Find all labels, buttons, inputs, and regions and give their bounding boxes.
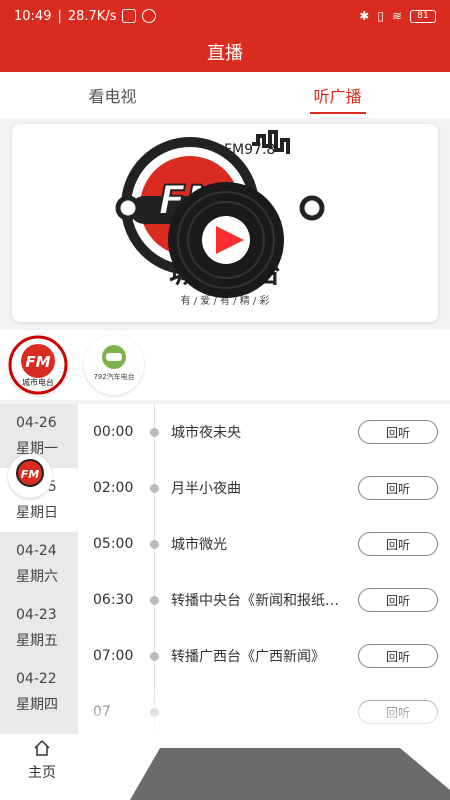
program-row: 02:00 月半小夜曲 回听 — [78, 460, 450, 516]
weekday-label: 星期日 — [16, 505, 58, 521]
scroll-fade — [78, 684, 450, 734]
station-name-auto: 792汽车电台 — [93, 372, 134, 381]
wifi-icon: ≋ — [391, 9, 402, 23]
tab-tv[interactable]: 看电视 — [0, 72, 225, 118]
station-logo-image: FM FM97.8 城市电台 有 / 爱 / 有 / 精 / 彩 — [115, 130, 325, 307]
program-row: 06:30 转播中央台《新闻和报纸摘要》 回听 — [78, 572, 450, 628]
replay-button[interactable]: 回听 — [358, 588, 438, 612]
date-label: 04-22 — [16, 671, 57, 687]
replay-button[interactable]: 回听 — [358, 476, 438, 500]
mini-station-logo-icon: FM — [9, 455, 51, 497]
divider: | — [57, 8, 62, 24]
battery-icon: 81 — [410, 9, 436, 23]
notification-icon — [122, 9, 137, 23]
date-label: 04-23 — [16, 607, 57, 623]
date-list: 04-26 星期一 04-25 星期日 04-24 星期六 04-23 星期五 … — [0, 404, 78, 734]
program-time: 00:00 — [93, 424, 134, 440]
timeline-dot — [150, 539, 159, 549]
replay-button[interactable]: 回听 — [358, 420, 438, 444]
clock: 10:49 — [14, 8, 52, 24]
station-city-fm[interactable]: FM 城市电台 — [8, 335, 68, 395]
program-row: 07:00 转播广西台《广西新闻》 回听 — [78, 628, 450, 684]
program-title: 城市夜未央 — [171, 425, 241, 441]
tab-bar: 看电视 听广播 — [0, 72, 450, 118]
weekday-label: 星期五 — [16, 633, 58, 649]
station-list: FM 城市电台 792汽车电台 — [0, 330, 450, 400]
program-time: 07:00 — [93, 648, 134, 664]
nav-home[interactable]: 主页 — [12, 738, 72, 782]
home-icon — [34, 739, 50, 756]
timeline-dot — [150, 595, 159, 605]
weekday-label: 星期六 — [16, 569, 58, 585]
program-list: 00:00 城市夜未央 回听 02:00 月半小夜曲 回听 05:00 城市微光… — [78, 404, 450, 734]
bluetooth-icon: ✱ — [359, 9, 370, 23]
timeline-dot — [150, 427, 159, 437]
date-item[interactable]: 04-24 星期六 — [0, 532, 78, 596]
program-time: 05:00 — [93, 536, 134, 552]
replay-button[interactable]: 回听 — [358, 532, 438, 556]
tab-radio[interactable]: 听广播 — [225, 72, 450, 118]
city-fm-logo-icon: FM 城市电台 — [8, 335, 68, 395]
weekday-label: 星期四 — [16, 697, 58, 713]
program-time: 02:00 — [93, 480, 134, 496]
program-row: 00:00 城市夜未央 回听 — [78, 404, 450, 460]
svg-text:FM: FM — [21, 468, 40, 481]
app-notification-icon — [142, 9, 157, 23]
page-title: 直播 — [0, 32, 450, 72]
date-label: 04-24 — [16, 543, 57, 559]
program-title: 城市微光 — [171, 537, 227, 553]
station-name-city: 城市电台 — [22, 377, 54, 387]
banner-freq: FM97.8 — [224, 142, 275, 158]
play-record-icon[interactable] — [168, 182, 284, 298]
svg-text:FM: FM — [25, 353, 50, 371]
replay-button[interactable]: 回听 — [358, 644, 438, 668]
date-item[interactable]: 04-22 星期四 — [0, 660, 78, 724]
program-title: 转播中央台《新闻和报纸摘要》 — [171, 593, 351, 609]
program-title: 转播广西台《广西新闻》 — [171, 649, 325, 665]
date-label: 04-26 — [16, 415, 57, 431]
program-title: 月半小夜曲 — [171, 481, 241, 497]
nav-home-label: 主页 — [28, 765, 56, 781]
player-banner[interactable]: FM FM97.8 城市电台 有 / 爱 / 有 / 精 / 彩 — [12, 124, 438, 322]
bottom-nav: 主页 — [0, 734, 450, 800]
timeline-dot — [150, 483, 159, 493]
floating-player[interactable]: FM — [8, 454, 52, 498]
program-row: 05:00 城市微光 回听 — [78, 516, 450, 572]
station-792-auto[interactable]: 792汽车电台 — [84, 335, 144, 395]
mute-icon: ▯ — [377, 9, 384, 23]
program-time: 06:30 — [93, 592, 134, 608]
timeline-dot — [150, 651, 159, 661]
network-speed: 28.7K/s — [67, 8, 117, 24]
status-bar: 10:49 | 28.7K/s ✱ ▯ ≋ 81 — [0, 0, 450, 32]
date-item[interactable]: 04-23 星期五 — [0, 596, 78, 660]
auto-radio-logo-icon: 792汽车电台 — [85, 336, 143, 394]
